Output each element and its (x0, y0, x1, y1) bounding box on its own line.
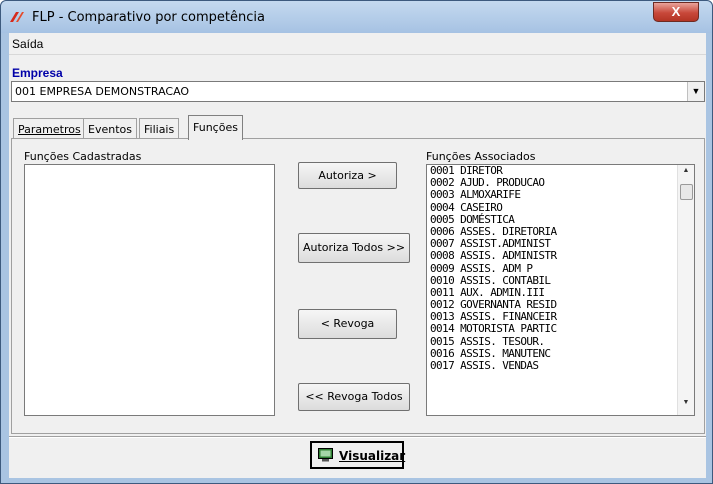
functions-panel: Funções Cadastradas Funções Associados 0… (11, 138, 705, 434)
main-window: FLP - Comparativo por competência X Saíd… (0, 0, 713, 484)
registered-functions-label: Funções Cadastradas (24, 150, 142, 163)
list-item[interactable]: 0014 MOTORISTA PARTIC (427, 323, 694, 335)
associated-items: 0001 DIRETOR 0002 AJUD. PRODUCAO 0003 ALMO… (427, 165, 694, 372)
view-button[interactable]: Visualizar (310, 441, 406, 469)
list-scrollbar[interactable]: ▲ ▼ (677, 165, 694, 415)
scroll-up-icon[interactable]: ▲ (678, 167, 694, 181)
list-item[interactable]: 0015 ASSIS. TESOUR. (427, 335, 694, 348)
title-bar[interactable]: FLP - Comparativo por competência X (1, 1, 712, 33)
revoke-all-button[interactable]: << Revoga Todos (298, 383, 410, 411)
list-item[interactable]: 0008 ASSIS. ADMINISTR (427, 250, 694, 262)
tab-parametros-label: Parametros (18, 123, 81, 136)
tab-eventos-label: Eventos (88, 123, 132, 136)
tab-eventos[interactable]: Eventos (83, 118, 137, 138)
chevron-down-icon[interactable]: ▼ (687, 82, 704, 101)
list-item[interactable]: 0004 CASEIRO (427, 201, 694, 214)
scroll-thumb[interactable] (680, 184, 693, 200)
scroll-down-icon[interactable]: ▼ (678, 399, 694, 413)
menu-item-saida[interactable]: Saída (12, 37, 43, 51)
tab-parametros[interactable]: Parametros (13, 118, 86, 138)
company-label: Empresa (12, 66, 63, 80)
list-item[interactable]: 0003 ALMOXARIFE (427, 189, 694, 201)
tab-filiais[interactable]: Filiais (139, 118, 180, 138)
flp-logo-icon (10, 12, 24, 22)
company-select-value: 001 EMPRESA DEMONSTRACAO (15, 85, 190, 98)
window-title: FLP - Comparativo por competência (32, 10, 265, 25)
view-button-label: Visualizar (339, 449, 406, 463)
registered-functions-list[interactable] (24, 164, 275, 416)
company-select[interactable]: 001 EMPRESA DEMONSTRACAO ▼ (11, 81, 705, 102)
footer-divider (9, 436, 706, 438)
client-area: Saída Empresa 001 EMPRESA DEMONSTRACAO ▼… (9, 33, 706, 478)
tab-funcoes[interactable]: Funções (188, 115, 243, 140)
authorize-all-button[interactable]: Autoriza Todos >> (298, 233, 410, 263)
close-button[interactable]: X (653, 2, 699, 22)
associated-functions-list[interactable]: 0001 DIRETOR 0002 AJUD. PRODUCAO 0003 ALMO… (426, 164, 695, 416)
revoke-button[interactable]: < Revoga (298, 309, 397, 339)
monitor-icon (318, 448, 333, 462)
tab-funcoes-label: Funções (193, 121, 238, 134)
menu-bar: Saída (9, 33, 706, 55)
associated-functions-label: Funções Associados (426, 150, 536, 163)
list-item[interactable]: 0017 ASSIS. VENDAS (427, 359, 694, 372)
list-item[interactable]: 0009 ASSIS. ADM P (427, 262, 694, 275)
tab-filiais-label: Filiais (144, 123, 175, 136)
authorize-button[interactable]: Autoriza > (298, 162, 397, 189)
